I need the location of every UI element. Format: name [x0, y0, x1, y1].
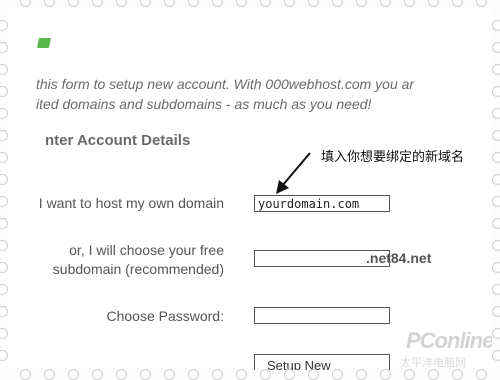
- perforation-mark: [0, 350, 8, 361]
- perforation-mark: [492, 218, 500, 229]
- perforation-mark: [492, 240, 500, 251]
- perforation-mark: [492, 42, 500, 53]
- own-domain-label: I want to host my own domain: [38, 195, 224, 211]
- perforation-mark: [308, 0, 319, 7]
- intro-text: this form to setup new account. With 000…: [36, 74, 492, 114]
- perforation-mark: [492, 350, 500, 361]
- perforation-mark: [0, 306, 8, 317]
- perforation-mark: [492, 284, 500, 295]
- subdomain-label-line-2: subdomain (recommended): [52, 261, 224, 277]
- setup-new-button[interactable]: Setup New: [254, 354, 390, 370]
- perforation-mark: [492, 86, 500, 97]
- perforation-mark: [0, 328, 8, 339]
- perforation-mark: [492, 20, 500, 31]
- perforation-mark: [0, 218, 8, 229]
- perforation-mark: [0, 42, 8, 53]
- annotation-arrow-icon: [276, 152, 311, 194]
- perforation-mark: [0, 108, 8, 119]
- watermark-subtitle: 太平洋电脑网: [400, 357, 466, 369]
- perforation-mark: [428, 0, 439, 7]
- watermark-logo: PConline: [406, 328, 492, 353]
- perforation-mark: [260, 0, 271, 7]
- perforation-mark: [476, 0, 487, 7]
- perforation-mark: [68, 0, 79, 7]
- perforation-mark: [492, 130, 500, 141]
- intro-line-1: this form to setup new account. With 000…: [36, 76, 415, 92]
- perforation-mark: [492, 108, 500, 119]
- perforation-mark: [284, 0, 295, 7]
- perforation-mark: [44, 0, 55, 7]
- perforation-mark: [236, 0, 247, 7]
- perforation-mark: [92, 0, 103, 7]
- perforation-mark: [492, 306, 500, 317]
- perforation-mark: [164, 0, 175, 7]
- perforation-mark: [0, 86, 8, 97]
- perforation-mark: [0, 196, 8, 207]
- perforation-mark: [492, 262, 500, 273]
- subdomain-label: or, I will choose your free subdomain (r…: [53, 241, 224, 279]
- section-title: nter Account Details: [45, 132, 191, 149]
- perforation-mark: [0, 262, 8, 273]
- intro-line-2: ited domains and subdomains - as much as…: [36, 96, 372, 112]
- perforation-mark: [492, 64, 500, 75]
- perforation-mark: [0, 20, 8, 31]
- password-label: Choose Password:: [106, 308, 224, 324]
- perforation-mark: [492, 152, 500, 163]
- perforation-mark: [0, 152, 8, 163]
- perforation-mark: [0, 284, 8, 295]
- password-input[interactable]: [254, 307, 390, 324]
- perforation-mark: [188, 0, 199, 7]
- perforation-mark: [116, 0, 127, 7]
- perforation-mark: [492, 174, 500, 185]
- perforation-mark: [452, 0, 463, 7]
- perforation-mark: [20, 0, 31, 7]
- perforation-mark: [492, 196, 500, 207]
- perforation-mark: [0, 240, 8, 251]
- perforation-mark: [356, 0, 367, 7]
- perforation-mark: [212, 0, 223, 7]
- perforation-mark: [332, 0, 343, 7]
- page-frame: this form to setup new account. With 000…: [8, 8, 492, 370]
- perforation-mark: [0, 174, 8, 185]
- perforation-mark: [492, 328, 500, 339]
- perforation-mark: [0, 130, 8, 141]
- perforation-mark: [140, 0, 151, 7]
- subdomain-suffix: .net84.net: [366, 250, 432, 266]
- perforation-mark: [0, 64, 8, 75]
- annotation-text: 填入你想要绑定的新域名: [321, 150, 465, 165]
- perforation-mark: [380, 0, 391, 7]
- subdomain-label-line-1: or, I will choose your free: [69, 242, 224, 258]
- logo-icon: [36, 38, 52, 48]
- own-domain-input[interactable]: [254, 195, 390, 212]
- perforation-mark: [404, 0, 415, 7]
